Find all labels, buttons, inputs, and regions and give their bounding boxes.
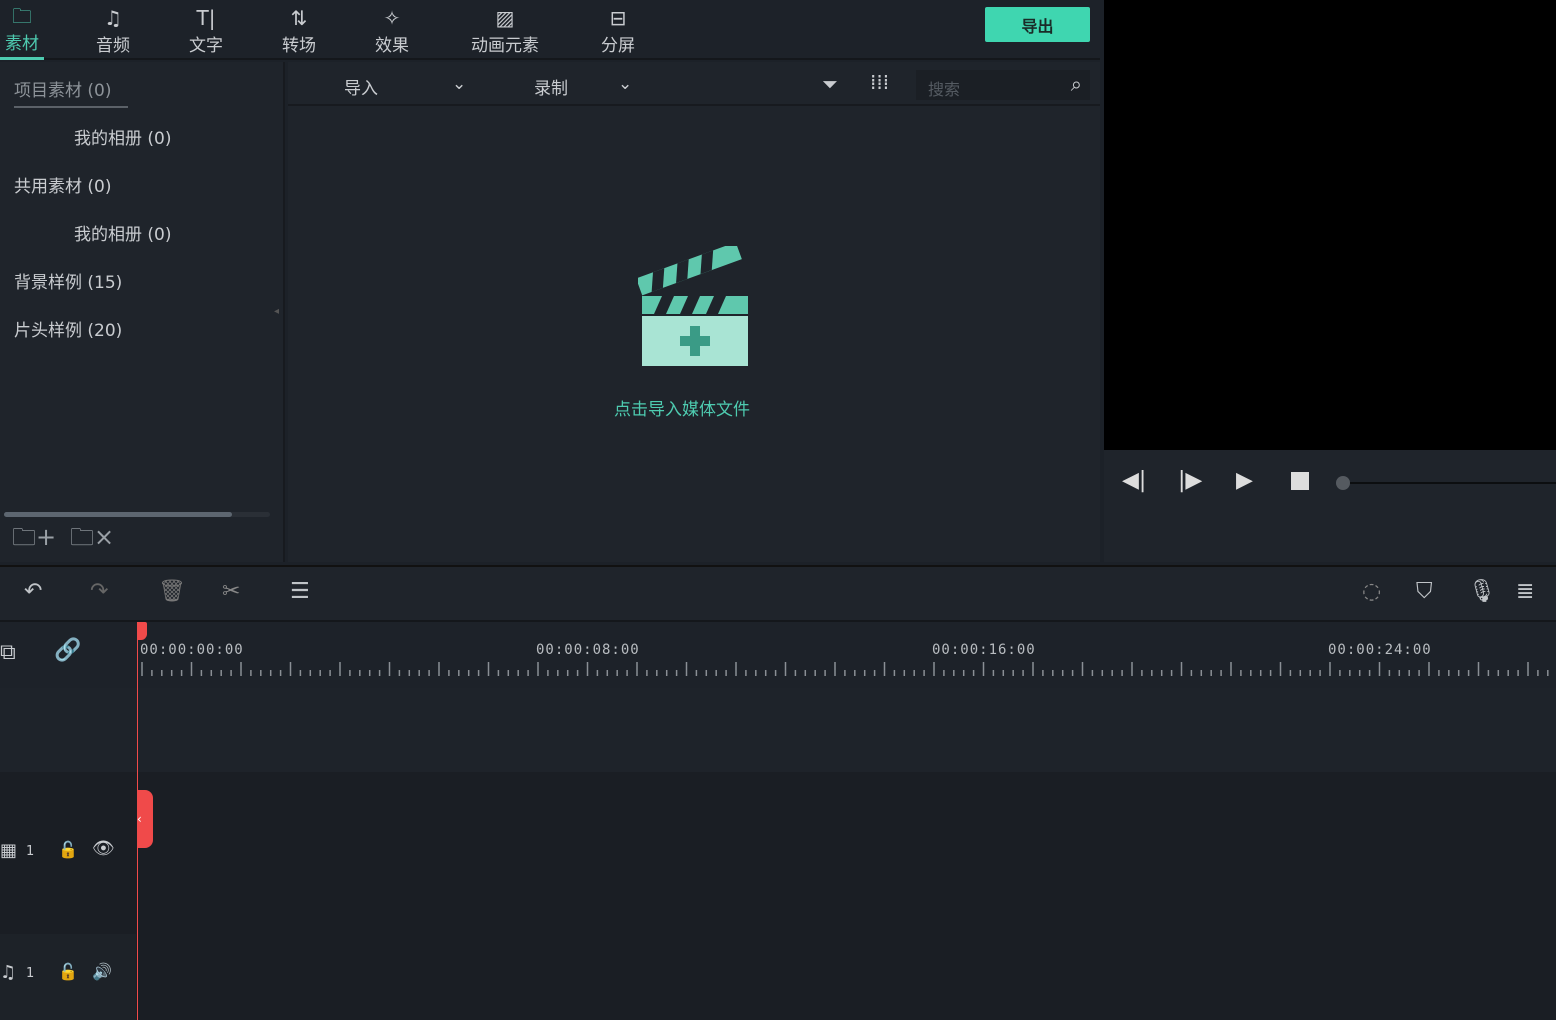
tab-audio[interactable]: ♫ 音频 [88, 0, 138, 60]
delete-icon[interactable]: 🗑 [158, 579, 186, 604]
tab-effects[interactable]: ✧ 效果 [366, 0, 418, 60]
audio-track-header: ♫ 1 🔓 🔊 [0, 934, 136, 1020]
tab-split-screen[interactable]: ⊟ 分屏 [592, 0, 644, 60]
export-button[interactable]: 导出 [985, 7, 1090, 42]
render-preview-icon[interactable]: ◌ [1362, 579, 1381, 604]
search-input[interactable]: 搜索 ⌕ [916, 70, 1090, 100]
media-sidebar: 项目素材 (0) 我的相册 (0) 共用素材 (0) 我的相册 (0) 背景样例… [0, 62, 285, 562]
image-icon: ▨ [495, 5, 515, 30]
import-media-link[interactable]: 点击导入媒体文件 [614, 395, 750, 420]
sidebar-item-shared-album[interactable]: 我的相册 (0) [74, 220, 171, 245]
clapperboard-icon[interactable] [638, 246, 750, 368]
tab-transition[interactable]: ⇅ 转场 [273, 0, 325, 60]
tab-media[interactable]: 🗀 素材 [0, 0, 44, 60]
redo-icon[interactable]: ↷ [90, 579, 108, 604]
scrollbar-thumb[interactable] [4, 512, 232, 517]
empty-track-header [0, 688, 136, 772]
sidebar-item-shared-media[interactable]: 共用素材 (0) [14, 172, 111, 197]
marker-icon[interactable]: ⛉ [1416, 579, 1433, 604]
music-note-icon: ♫ [0, 962, 17, 983]
undo-icon[interactable]: ↶ [24, 579, 42, 604]
previous-frame-icon[interactable]: ◀| [1122, 468, 1146, 493]
sidebar-item-project-media[interactable]: 项目素材 (0) [14, 76, 111, 101]
microphone-icon[interactable]: 🎙 [1468, 579, 1496, 604]
audio-mixer-icon[interactable]: ≣ [1516, 579, 1534, 604]
import-dropdown[interactable]: 导入 ⌄ [344, 74, 466, 99]
ruler-label: 00:00:00:00 [140, 642, 244, 658]
ruler-label: 00:00:16:00 [932, 642, 1036, 658]
progress-handle[interactable] [1336, 476, 1350, 490]
video-track-header: ▦ 1 🔓 👁 [0, 774, 136, 932]
lock-icon[interactable]: 🔓 [58, 962, 78, 981]
eye-icon[interactable]: 👁 [92, 838, 115, 859]
selection-underline [14, 106, 128, 108]
delete-folder-icon[interactable]: 🗀× [70, 520, 114, 561]
record-dropdown[interactable]: 录制 ⌄ [534, 74, 632, 99]
new-folder-icon[interactable]: 🗀+ [12, 520, 56, 561]
media-toolbar: 导入 ⌄ 录制 ⌄ ⏷ ⁞⁞⁞ 搜索 ⌕ [288, 62, 1100, 106]
ruler-ticks [141, 662, 1549, 676]
effects-icon: ✧ [383, 5, 401, 30]
stop-icon[interactable] [1291, 472, 1309, 490]
text-icon: T| [196, 5, 216, 30]
folder-icon: 🗀 [12, 4, 32, 28]
grid-view-icon[interactable]: ⁞⁞⁞ [870, 70, 889, 94]
sidebar-item-background-samples[interactable]: 背景样例 (15) [14, 268, 122, 293]
scissors-icon[interactable]: ✂ [222, 579, 240, 604]
preview-screen [1104, 0, 1556, 450]
timeline-tracks: ▦ 1 🔓 👁 ♫ 1 🔓 🔊 [0, 688, 1556, 1020]
empty-track [136, 688, 1556, 772]
lock-icon[interactable]: 🔓 [58, 840, 78, 859]
scrollbar[interactable] [4, 512, 270, 517]
volume-icon[interactable]: 🔊 [92, 962, 112, 981]
collapse-handle[interactable]: ◂ [274, 306, 279, 317]
timeline-ruler[interactable]: ⧉ 🔗 00:00:00:00 00:00:08:00 00:00:16:00 … [0, 622, 1556, 688]
search-icon[interactable]: ⌕ [1071, 72, 1082, 96]
audio-track-number: 1 [26, 966, 35, 981]
progress-slider[interactable] [1340, 482, 1556, 484]
sidebar-item-my-album[interactable]: 我的相册 (0) [74, 124, 171, 149]
play-icon[interactable]: ▶ [1236, 468, 1253, 493]
track-collapse-tab[interactable]: ‹ [137, 790, 153, 848]
music-note-icon: ♫ [104, 5, 122, 30]
sidebar-item-intro-samples[interactable]: 片头样例 (20) [14, 316, 122, 341]
top-nav: 🗀 素材 ♫ 音频 T| 文字 ⇅ 转场 ✧ 效果 ▨ 动画元素 ⊟ 分屏 [0, 0, 1100, 60]
tab-elements[interactable]: ▨ 动画元素 [462, 0, 548, 60]
playback-controls: ◀| |▶ ▶ [1104, 450, 1556, 562]
ruler-label: 00:00:24:00 [1328, 642, 1432, 658]
playhead-handle[interactable] [137, 622, 147, 640]
tab-text[interactable]: T| 文字 [180, 0, 232, 60]
next-frame-icon[interactable]: |▶ [1178, 468, 1202, 493]
chevron-down-icon: ⌄ [618, 74, 633, 94]
video-track-number: 1 [26, 844, 35, 859]
filter-icon[interactable]: ⏷ [822, 72, 838, 96]
chevron-down-icon: ⌄ [452, 74, 467, 94]
split-screen-icon: ⊟ [609, 5, 627, 30]
transition-icon: ⇅ [290, 5, 308, 30]
media-library: 导入 ⌄ 录制 ⌄ ⏷ ⁞⁞⁞ 搜索 ⌕ 点击导入媒体文件 [288, 62, 1100, 562]
timeline-toolbar: ↶ ↷ 🗑 ✂ ☰ ◌ ⛉ 🎙 ≣ [0, 565, 1556, 622]
film-icon: ▦ [0, 840, 18, 861]
ruler-label: 00:00:08:00 [536, 642, 640, 658]
adjust-icon[interactable]: ☰ [290, 579, 310, 604]
